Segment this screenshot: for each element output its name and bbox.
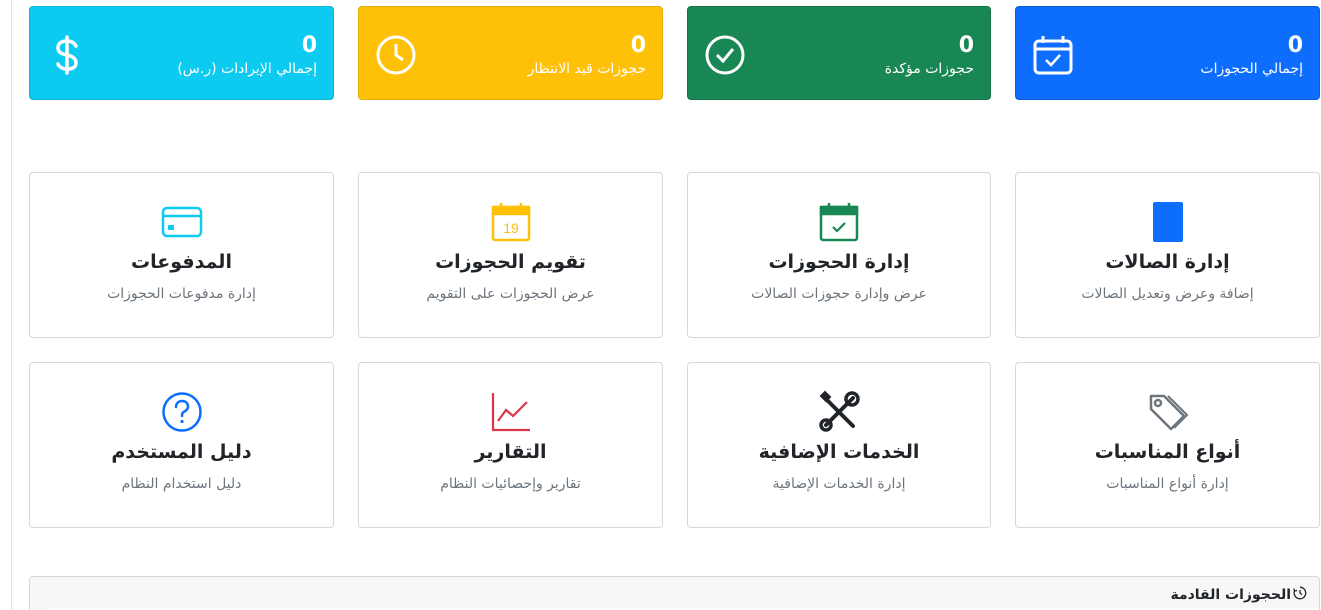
feature-title: إدارة الصالات — [1105, 251, 1230, 273]
stat-label: إجمالي الإيرادات (ر.س) — [177, 61, 317, 77]
stat-value: 0 — [301, 33, 317, 58]
feature-description: إدارة أنواع المناسبات — [1106, 476, 1229, 492]
clock-icon — [374, 33, 418, 77]
feature-description: تقارير وإحصائيات النظام — [440, 476, 581, 492]
feature-card-user-guide[interactable]: دليل المستخدم دليل استخدام النظام — [29, 362, 334, 528]
credit-card-icon — [30, 197, 333, 247]
feature-card-calendar[interactable]: 19 تقويم الحجوزات عرض الحجوزات على التقو… — [358, 172, 663, 338]
question-circle-icon — [30, 387, 333, 437]
feature-title: تقويم الحجوزات — [435, 251, 586, 273]
door-icon — [1016, 197, 1319, 247]
feature-description: إدارة الخدمات الإضافية — [772, 476, 906, 492]
feature-card-reports[interactable]: التقارير تقارير وإحصائيات النظام — [358, 362, 663, 528]
check-circle-icon — [703, 33, 747, 77]
feature-title: دليل المستخدم — [111, 441, 252, 463]
stat-card-confirmed-bookings: 0 حجوزات مؤكدة — [687, 6, 991, 100]
calendar-check-icon — [1031, 33, 1075, 77]
stat-label: حجوزات قيد الانتظار — [527, 61, 646, 77]
upcoming-bookings-panel: الحجوزات القادمة — [29, 576, 1320, 610]
feature-description: إدارة مدفوعات الحجوزات — [107, 286, 256, 302]
feature-description: إضافة وعرض وتعديل الصالات — [1081, 286, 1254, 302]
feature-card-bookings[interactable]: إدارة الحجوزات عرض وإدارة حجوزات الصالات — [687, 172, 991, 338]
clock-history-icon — [1293, 586, 1307, 604]
feature-card-halls[interactable]: إدارة الصالات إضافة وعرض وتعديل الصالات — [1015, 172, 1320, 338]
stat-value: 0 — [630, 33, 646, 58]
upcoming-bookings-header: الحجوزات القادمة — [1170, 586, 1307, 604]
stat-card-total-bookings: 0 إجمالي الحجوزات — [1015, 6, 1320, 100]
calendar-check-icon — [688, 197, 990, 247]
stat-card-total-revenue: 0 إجمالي الإيرادات (ر.س) — [29, 6, 334, 100]
dollar-icon — [45, 33, 89, 77]
feature-title: المدفوعات — [131, 251, 232, 273]
tag-icon — [1016, 387, 1319, 437]
calendar-date-icon: 19 — [359, 197, 662, 247]
feature-description: دليل استخدام النظام — [121, 476, 242, 492]
stat-label: إجمالي الحجوزات — [1200, 61, 1303, 77]
line-chart-icon — [359, 387, 662, 437]
feature-title: أنواع المناسبات — [1094, 441, 1241, 463]
stat-value: 0 — [1287, 33, 1303, 58]
feature-title: الخدمات الإضافية — [758, 441, 920, 463]
feature-description: عرض وإدارة حجوزات الصالات — [751, 286, 927, 302]
feature-card-occasions[interactable]: أنواع المناسبات إدارة أنواع المناسبات — [1015, 362, 1320, 528]
page-divider — [11, 0, 12, 610]
calendar-date-number: 19 — [503, 220, 519, 236]
upcoming-bookings-title: الحجوزات القادمة — [1170, 587, 1291, 603]
feature-title: إدارة الحجوزات — [768, 251, 910, 273]
feature-card-services[interactable]: الخدمات الإضافية إدارة الخدمات الإضافية — [687, 362, 991, 528]
stat-label: حجوزات مؤكدة — [884, 61, 974, 77]
stat-card-pending-bookings: 0 حجوزات قيد الانتظار — [358, 6, 663, 100]
tools-icon — [688, 387, 990, 437]
feature-title: التقارير — [474, 441, 547, 463]
stat-value: 0 — [958, 33, 974, 58]
feature-description: عرض الحجوزات على التقويم — [426, 286, 595, 302]
feature-card-payments[interactable]: المدفوعات إدارة مدفوعات الحجوزات — [29, 172, 334, 338]
